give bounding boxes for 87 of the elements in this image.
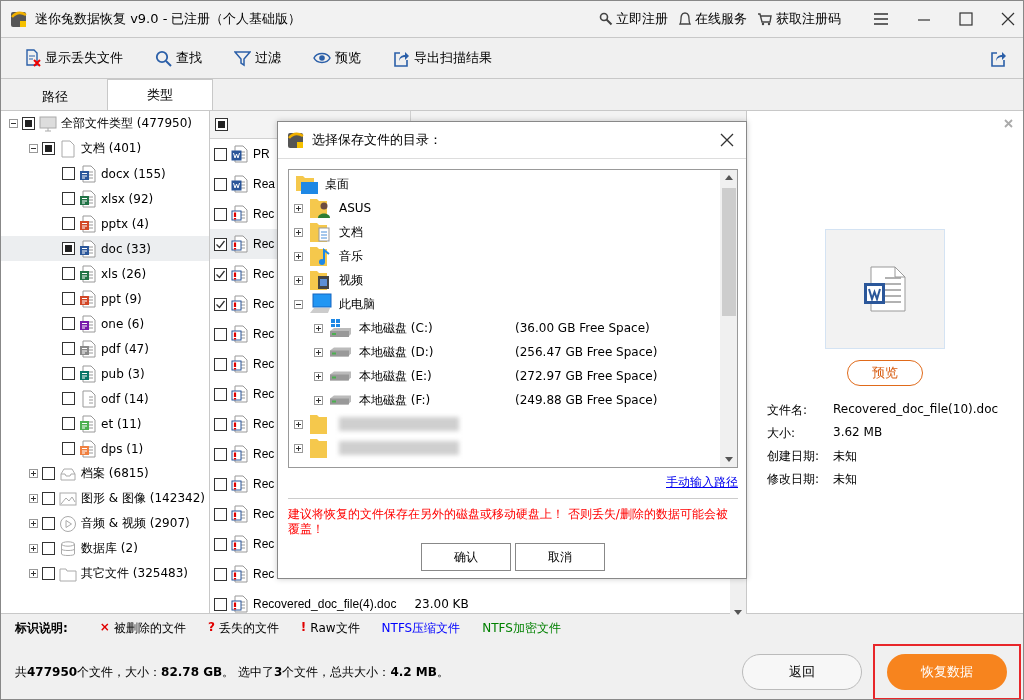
drive-label[interactable]: 本地磁盘 (E:) (359, 367, 509, 385)
drive-label[interactable]: 本地磁盘 (D:) (359, 343, 509, 361)
tree-item-label[interactable]: one (6) (101, 316, 145, 331)
preview-button[interactable]: 预览 (847, 360, 923, 386)
info-label: 文件名: (767, 402, 809, 419)
back-button[interactable]: 返回 (742, 654, 862, 690)
info-value: Recovered_doc_file(10).doc (833, 402, 999, 418)
tree-item-label[interactable]: 全部文件类型 (477950) (61, 115, 192, 132)
legend-label: 丢失的文件 (218, 619, 279, 637)
tree-item-label[interactable]: 音频 & 视频 (2907) (81, 515, 190, 532)
tree-item-label[interactable]: xls (26) (101, 266, 147, 281)
file-name: Rec (253, 417, 275, 431)
info-value: 未知 (833, 471, 858, 488)
preview-button[interactable]: 预览 (307, 49, 367, 67)
tree-item-label[interactable]: 图形 & 图像 (142342) (81, 490, 205, 507)
warning-text: 建议将恢复的文件保存在另外的磁盘或移动硬盘上！ 否则丢失/删除的数据可能会被覆盖！ (288, 507, 729, 537)
tree-item-label[interactable]: 文档 (401) (81, 140, 142, 157)
legend-label: 被删除的文件 (113, 619, 186, 637)
legend-mark: ! (300, 619, 307, 636)
folder-label[interactable]: 此电脑 (339, 295, 375, 313)
tree-item-label[interactable]: et (11) (101, 416, 142, 431)
tree-item-label[interactable]: docx (155) (101, 166, 166, 181)
export-results-button[interactable]: 导出扫描结果 (387, 49, 498, 67)
file-name: Rec (253, 567, 275, 581)
tree-item-label[interactable]: pub (3) (101, 366, 145, 381)
folder-label[interactable]: 文档 (339, 223, 363, 241)
folder-label[interactable]: 桌面 (325, 175, 349, 193)
drive-label[interactable]: 本地磁盘 (C:) (359, 319, 509, 337)
file-name: Rea (253, 177, 275, 191)
legend-mark: ? (207, 619, 215, 636)
info-label: 创建日期: (767, 448, 821, 465)
legend-title: 标识说明: (15, 619, 68, 637)
folder-label[interactable]: 视频 (339, 271, 363, 289)
dialog-title: 选择保存文件的目录： (312, 131, 442, 149)
info-value: 未知 (833, 448, 858, 465)
file-name: Rec (253, 297, 275, 311)
tree-item-label[interactable]: 数据库 (2) (81, 540, 138, 557)
legend-mark: × (99, 619, 110, 636)
info-label: 大小: (767, 425, 797, 442)
online-service-link[interactable]: 在线服务 (678, 10, 747, 28)
register-link[interactable]: 立即注册 (599, 10, 668, 28)
manual-path-link[interactable]: 手动输入路径 (666, 474, 738, 491)
free-space-text: (36.00 GB Free Space) (515, 321, 650, 335)
folder-label[interactable]: 音乐 (339, 247, 363, 265)
file-name: Rec (253, 207, 275, 221)
file-name: Rec (253, 477, 275, 491)
tree-item-label[interactable]: pptx (4) (101, 216, 149, 231)
confirm-button[interactable]: 确认 (421, 543, 511, 571)
file-name: Rec (253, 327, 275, 341)
tree-item-label[interactable]: ppt (9) (101, 291, 142, 306)
cancel-button[interactable]: 取消 (515, 543, 605, 571)
file-name: Rec (253, 237, 275, 251)
folder-label[interactable]: ASUS (339, 201, 372, 215)
file-name: Rec (253, 507, 275, 521)
file-name: Rec (253, 267, 275, 281)
file-name: Rec (253, 537, 275, 551)
file-name: Rec (253, 357, 275, 371)
filter-button[interactable]: 过滤 (228, 49, 287, 67)
tree-item-label[interactable]: 其它文件 (325483) (81, 565, 188, 582)
free-space-text: (272.97 GB Free Space) (515, 369, 658, 383)
tree-item-label[interactable]: doc (33) (101, 241, 151, 256)
search-button[interactable]: 查找 (149, 49, 208, 67)
get-code-link[interactable]: 获取注册码 (757, 10, 841, 28)
tree-item-label[interactable]: pdf (47) (101, 341, 149, 356)
drive-label[interactable]: 本地磁盘 (F:) (359, 391, 509, 409)
tab[interactable]: 类型 (107, 79, 213, 110)
tab[interactable]: 路径 (3, 84, 107, 110)
file-name: Rec (253, 447, 275, 461)
tree-item-label[interactable]: 档案 (6815) (81, 465, 149, 482)
free-space-text: (249.88 GB Free Space) (515, 393, 658, 407)
file-name: Recovered_doc_file(4).doc (253, 597, 397, 611)
file-size: 23.00 KB (414, 597, 469, 611)
tree-item-label[interactable]: dps (1) (101, 441, 144, 456)
legend-label: NTFS压缩文件 (381, 619, 461, 637)
file-name: Rec (253, 387, 275, 401)
show-lost-files-button[interactable]: 显示丢失文件 (19, 49, 129, 67)
info-value: 3.62 MB (833, 425, 884, 441)
free-space-text: (256.47 GB Free Space) (515, 345, 658, 359)
tree-row-highlight[interactable]: doc (33) (1, 236, 209, 261)
status-text: 共477950个文件，大小：82.78 GB。 选中了3个文件，总共大小：4.2 MB。 (15, 663, 449, 681)
tree-item-label[interactable]: odf (14) (101, 391, 149, 406)
tree-item-label[interactable]: xlsx (92) (101, 191, 154, 206)
legend-label: NTFS加密文件 (482, 619, 561, 637)
info-label: 修改日期: (767, 471, 821, 488)
legend-label: Raw文件 (310, 619, 360, 637)
window-title: 迷你兔数据恢复 v9.0 - 已注册（个人基础版） (35, 10, 302, 28)
file-name: PR (253, 147, 270, 161)
